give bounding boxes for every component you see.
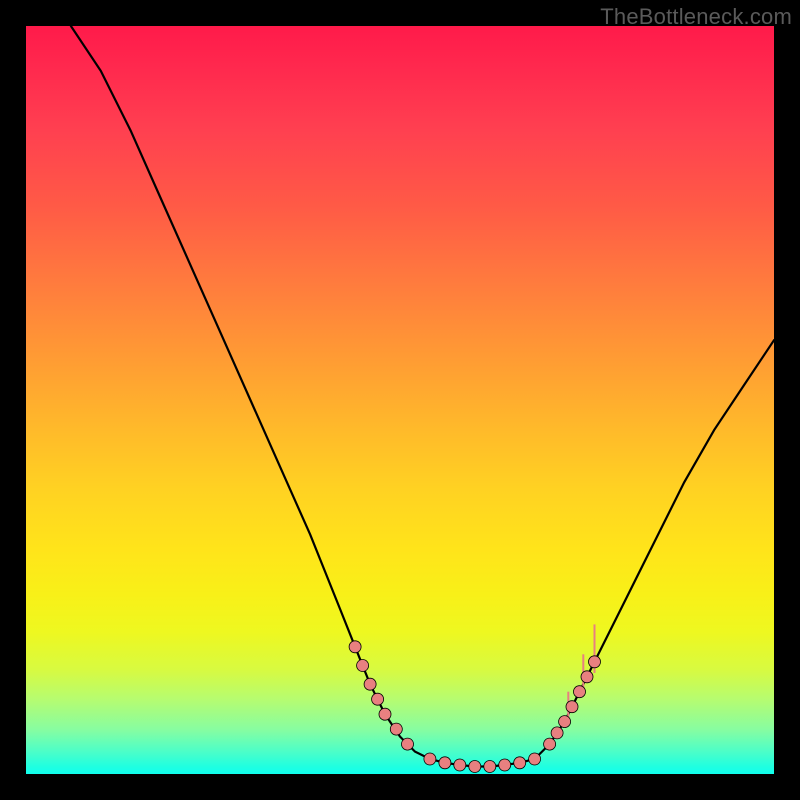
data-marker bbox=[439, 757, 451, 769]
data-marker bbox=[424, 753, 436, 765]
data-markers bbox=[349, 641, 600, 773]
bottleneck-curve bbox=[71, 26, 774, 767]
data-marker bbox=[589, 656, 601, 668]
chart-frame bbox=[26, 26, 774, 774]
data-marker bbox=[566, 701, 578, 713]
data-marker bbox=[469, 761, 481, 773]
data-marker bbox=[544, 738, 556, 750]
data-marker bbox=[364, 678, 376, 690]
data-marker bbox=[484, 761, 496, 773]
data-marker bbox=[454, 759, 466, 771]
plot-area bbox=[26, 26, 774, 774]
data-marker bbox=[372, 693, 384, 705]
data-marker bbox=[551, 727, 563, 739]
data-marker bbox=[390, 723, 402, 735]
data-marker bbox=[379, 708, 391, 720]
data-marker bbox=[581, 671, 593, 683]
watermark-text: TheBottleneck.com bbox=[600, 4, 792, 30]
data-marker bbox=[357, 660, 369, 672]
data-marker bbox=[559, 716, 571, 728]
data-marker bbox=[529, 753, 541, 765]
data-marker bbox=[574, 686, 586, 698]
data-marker bbox=[499, 759, 511, 771]
data-marker bbox=[402, 738, 414, 750]
data-marker bbox=[349, 641, 361, 653]
data-marker bbox=[514, 757, 526, 769]
chart-svg bbox=[26, 26, 774, 774]
